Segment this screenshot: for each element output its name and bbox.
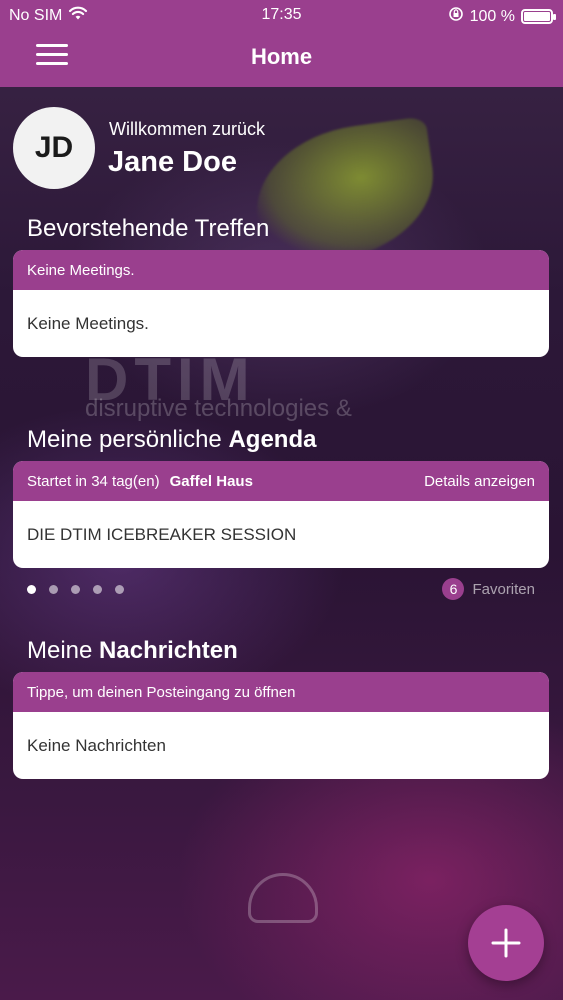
- favorites-count-badge: 6: [442, 578, 465, 600]
- messages-card[interactable]: Tippe, um deinen Posteingang zu öffnen K…: [13, 672, 549, 779]
- agenda-title-prefix: Meine persönliche: [27, 426, 222, 453]
- messages-title-bold: Nachrichten: [99, 637, 238, 664]
- plus-icon: [491, 928, 521, 958]
- agenda-starts-in: Startet in 34 tag(en): [27, 472, 160, 490]
- agenda-card-header: Startet in 34 tag(en) Gaffel Haus Detail…: [13, 461, 549, 501]
- meetings-section-title: Bevorstehende Treffen: [27, 215, 270, 242]
- agenda-session-title: DIE DTIM ICEBREAKER SESSION: [27, 524, 297, 544]
- user-name: Jane Doe: [108, 146, 237, 178]
- pagination-dot[interactable]: [49, 585, 58, 594]
- meetings-card-body: Keine Meetings.: [27, 313, 149, 333]
- add-button[interactable]: [468, 905, 544, 981]
- app-header: No SIM 17:35 100 % Home: [0, 0, 563, 87]
- status-bar: No SIM 17:35 100 %: [0, 4, 563, 26]
- avatar[interactable]: JD: [13, 107, 95, 189]
- agenda-pagination: [27, 585, 124, 594]
- agenda-title-bold: Agenda: [228, 426, 317, 453]
- meetings-card[interactable]: Keine Meetings. Keine Meetings.: [13, 250, 549, 357]
- battery-percent: 100 %: [469, 7, 515, 25]
- messages-title-prefix: Meine: [27, 637, 93, 664]
- battery-icon: [521, 9, 556, 24]
- agenda-section-title: Meine persönliche Agenda: [27, 426, 316, 454]
- messages-card-body: Keine Nachrichten: [27, 735, 166, 755]
- favorites-label: Favoriten: [472, 580, 535, 598]
- pagination-dot[interactable]: [115, 585, 124, 594]
- messages-card-header: Tippe, um deinen Posteingang zu öffnen: [13, 672, 549, 712]
- meetings-card-header: Keine Meetings.: [13, 250, 549, 290]
- background-tagline: disruptive technologies &: [85, 395, 352, 422]
- pagination-dot[interactable]: [71, 585, 80, 594]
- welcome-text: Willkommen zurück: [109, 119, 266, 139]
- messages-section-title: Meine Nachrichten: [27, 637, 238, 665]
- page-title: Home: [250, 44, 313, 69]
- pagination-dot[interactable]: [93, 585, 102, 594]
- favorites-link[interactable]: 6 Favoriten: [442, 578, 535, 600]
- orientation-lock-icon: [448, 6, 464, 27]
- details-link[interactable]: Details anzeigen: [424, 473, 535, 490]
- agenda-card[interactable]: Startet in 34 tag(en) Gaffel Haus Detail…: [13, 461, 549, 568]
- agenda-location: Gaffel Haus: [169, 472, 253, 490]
- pagination-dot[interactable]: [27, 585, 36, 594]
